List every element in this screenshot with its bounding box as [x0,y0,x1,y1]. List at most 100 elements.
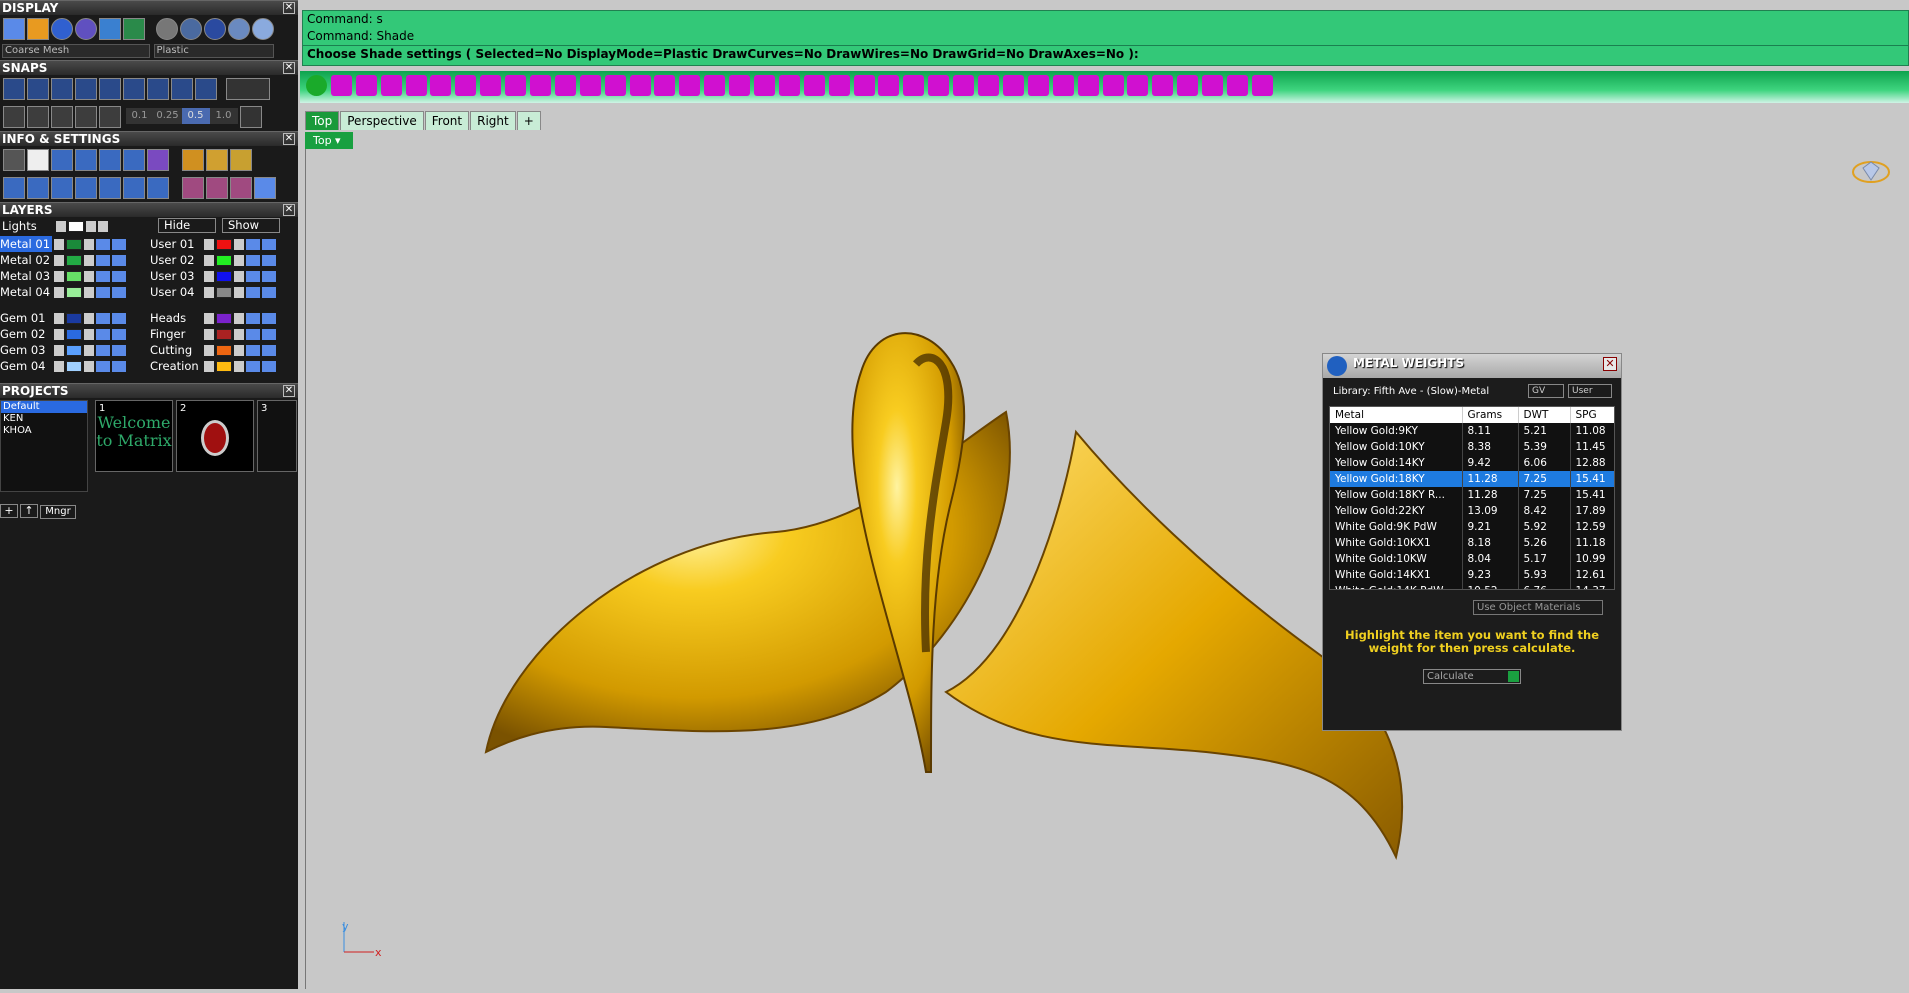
layer-row[interactable]: Heads [150,310,276,326]
expand-icon[interactable] [204,287,214,298]
object-icon[interactable] [75,149,97,171]
snap-quad-icon[interactable] [147,78,169,100]
layers-icon[interactable] [51,149,73,171]
toolbar-tool-icon[interactable] [754,75,776,96]
notes-icon[interactable] [123,149,145,171]
lock-icon[interactable] [234,287,244,298]
crosshair-icon[interactable] [239,106,262,128]
render-icon[interactable] [112,255,126,266]
window-icon[interactable] [27,177,49,199]
lock-icon[interactable] [84,255,94,266]
toolbar-tool-icon[interactable] [878,75,900,96]
expand-icon[interactable] [204,345,214,356]
command-prompt[interactable]: Choose Shade settings ( Selected=No Disp… [303,45,1908,62]
use-object-materials-button[interactable]: Use Object Materials [1473,600,1603,615]
snap-point-icon[interactable] [75,78,97,100]
material-sphere-icon-5[interactable] [251,18,274,40]
snap-plane-icon[interactable] [3,106,25,128]
layer-row[interactable]: Gem 04 [0,358,126,374]
layer-name[interactable]: Metal 01 [0,236,52,252]
lock-icon[interactable] [234,345,244,356]
viewport-label[interactable]: Top ▾ [305,132,353,149]
layer-name[interactable]: Gem 03 [0,342,52,358]
mesh-select[interactable]: Coarse Mesh [2,44,150,58]
toolbar-tool-icon[interactable] [704,75,726,96]
layer-row[interactable]: User 01 [150,236,276,252]
table-row[interactable]: Yellow Gold:9KY 8.11 5.21 11.08 [1330,423,1614,439]
layer-color-swatch[interactable] [66,361,82,372]
layer-color-swatch[interactable] [66,255,82,266]
render-icon[interactable] [112,287,126,298]
render-icon[interactable] [112,239,126,250]
layer-row[interactable]: User 03 [150,268,276,284]
layer-color-swatch[interactable] [66,345,82,356]
render-icon[interactable] [112,271,126,282]
lock-icon[interactable] [234,239,244,250]
layer-name[interactable]: User 02 [150,252,202,268]
column-header-spg[interactable]: SPG [1570,407,1614,423]
snap-value-1[interactable]: 0.1 [125,108,154,124]
render-icon[interactable] [262,345,276,356]
material-select[interactable]: Plastic [153,44,274,58]
layer-color-swatch[interactable] [66,287,82,298]
snap-value-3[interactable]: 0.5 [181,108,210,124]
layer-color-swatch[interactable] [66,313,82,324]
toolbar-tool-icon[interactable] [1002,75,1024,96]
render-icon[interactable] [262,239,276,250]
expand-icon[interactable] [204,313,214,324]
grid-icon[interactable] [123,18,145,40]
snap-grid-icon[interactable] [3,78,25,100]
filter-icon[interactable] [99,177,121,199]
snap-mid-icon[interactable] [51,78,73,100]
visibility-icon[interactable] [246,255,260,266]
expand-icon[interactable] [204,239,214,250]
toolbar-tool-icon[interactable] [778,75,800,96]
close-icon[interactable]: ✕ [283,385,295,397]
layer-color-swatch[interactable] [216,287,232,298]
layer-row[interactable]: Creation [150,358,276,374]
layer-color-swatch[interactable] [66,239,82,250]
render-icon[interactable] [262,361,276,372]
close-icon[interactable]: ✕ [283,2,295,14]
toolbar-tool-icon[interactable] [729,75,751,96]
tab-right[interactable]: Right [470,111,516,130]
expand-icon[interactable] [54,313,64,324]
render-icon[interactable] [262,255,276,266]
tab-top[interactable]: Top [305,111,340,130]
column-header-grams[interactable]: Grams [1462,407,1519,423]
lock-icon[interactable] [86,221,96,232]
info-tool-icon-6[interactable] [229,177,252,199]
visibility-icon[interactable] [246,287,260,298]
add-icon[interactable]: + [0,504,18,518]
snap-toggle[interactable] [226,78,270,100]
expand-icon[interactable] [204,255,214,266]
layer-name[interactable]: Cutting [150,342,202,358]
render-icon[interactable] [112,313,126,324]
close-icon[interactable]: ✕ [283,204,295,216]
layer-name[interactable]: Gem 01 [0,310,52,326]
render-icon[interactable] [112,345,126,356]
visibility-icon[interactable] [246,239,260,250]
material-sphere-icon-2[interactable] [179,18,202,40]
visibility-icon[interactable] [246,313,260,324]
table-row[interactable]: White Gold:14K PdW10.526.7614.37 [1330,583,1614,589]
toolbar-tool-icon[interactable] [579,75,601,96]
toolbar-tool-icon[interactable] [1052,75,1074,96]
properties-icon[interactable] [99,149,121,171]
tab-perspective[interactable]: Perspective [340,111,424,130]
layer-color-swatch[interactable] [216,313,232,324]
toolbar-tool-icon[interactable] [455,75,477,96]
snap-perp-icon[interactable] [195,78,217,100]
toolbar-tool-icon[interactable] [1127,75,1149,96]
toolbar-tool-icon[interactable] [380,75,402,96]
render-icon[interactable] [262,271,276,282]
layer-name[interactable]: User 01 [150,236,202,252]
column-header-dwt[interactable]: DWT [1518,407,1571,423]
snap-near-icon[interactable] [171,78,193,100]
toolbar-tool-icon[interactable] [853,75,875,96]
expand-icon[interactable] [54,287,64,298]
expand-icon[interactable] [54,271,64,282]
layer-row[interactable]: Gem 03 [0,342,126,358]
layer-row[interactable]: Metal 01 [0,236,126,252]
visibility-icon[interactable] [96,361,110,372]
